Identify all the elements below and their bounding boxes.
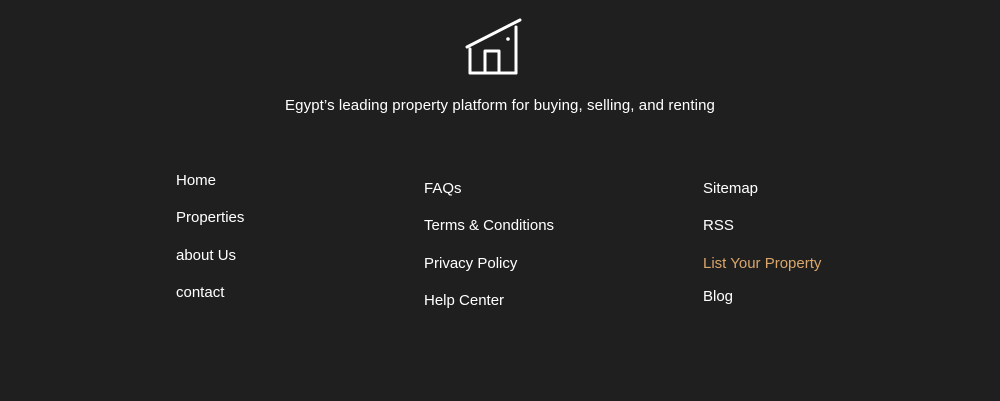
footer-link-list-your-property[interactable]: List Your Property xyxy=(703,255,821,272)
footer-link-blog[interactable]: Blog xyxy=(703,288,733,305)
footer-link-properties[interactable]: Properties xyxy=(176,209,244,226)
footer-link-home[interactable]: Home xyxy=(176,172,216,189)
footer-link-sitemap[interactable]: Sitemap xyxy=(703,180,758,197)
footer-link-faqs[interactable]: FAQs xyxy=(424,180,462,197)
footer-link-about-us[interactable]: about Us xyxy=(176,247,236,264)
footer-link-terms-conditions[interactable]: Terms & Conditions xyxy=(424,217,554,234)
site-footer: Egypt’s leading property platform for bu… xyxy=(0,0,1000,401)
footer-link-contact[interactable]: contact xyxy=(176,284,224,301)
house-icon[interactable] xyxy=(463,17,523,77)
tagline: Egypt’s leading property platform for bu… xyxy=(285,97,715,114)
footer-link-help-center[interactable]: Help Center xyxy=(424,292,504,309)
footer-link-privacy-policy[interactable]: Privacy Policy xyxy=(424,255,517,272)
footer-link-rss[interactable]: RSS xyxy=(703,217,734,234)
